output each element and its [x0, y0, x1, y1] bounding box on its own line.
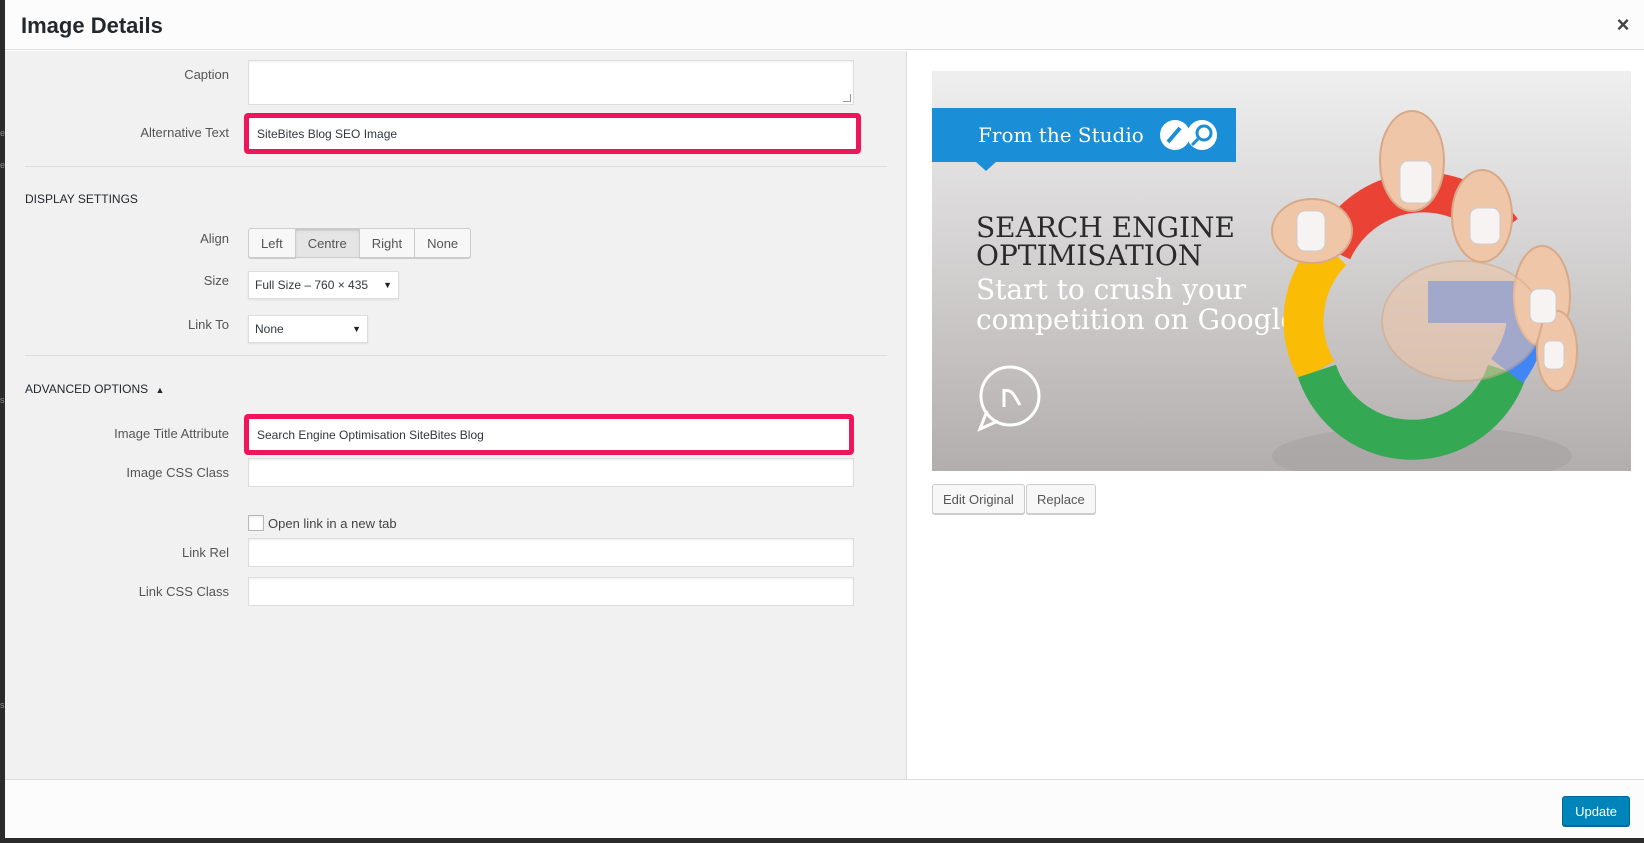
- triangle-up-icon: ▲: [155, 385, 165, 395]
- chevron-down-icon: ▼: [383, 280, 392, 290]
- settings-panel: Caption Alternative Text SiteBites Blog …: [5, 51, 907, 779]
- preview-panel: From the Studio SEARCH ENGINE OPTIMISATI…: [908, 51, 1644, 779]
- headline-line-2: OPTIMISATION: [976, 239, 1202, 272]
- subline-1: Start to crush your: [976, 273, 1247, 306]
- image-css-class-input[interactable]: [248, 458, 854, 487]
- advanced-options-heading: ADVANCED OPTIONS: [25, 382, 149, 396]
- link-rel-input[interactable]: [248, 538, 854, 567]
- size-label: Size: [203, 273, 229, 288]
- link-css-class-label: Link CSS Class: [138, 584, 229, 599]
- chevron-down-icon: ▼: [352, 324, 361, 334]
- display-settings-heading: DISPLAY SETTINGS: [25, 192, 138, 206]
- image-details-modal: Image Details × Caption Alternative Text…: [5, 0, 1644, 838]
- alt-text-label: Alternative Text: [140, 125, 229, 140]
- title-attr-input[interactable]: Search Engine Optimisation SiteBites Blo…: [244, 414, 854, 455]
- image-css-class-label: Image CSS Class: [126, 465, 229, 480]
- edit-original-button[interactable]: Edit Original: [932, 484, 1025, 514]
- link-to-label: Link To: [188, 317, 229, 332]
- link-to-select[interactable]: None ▼: [248, 315, 368, 343]
- close-icon[interactable]: ×: [1610, 12, 1636, 38]
- background-mark: e: [0, 128, 6, 138]
- new-tab-label: Open link in a new tab: [268, 516, 397, 531]
- banner-text: From the Studio: [978, 123, 1144, 147]
- divider: [25, 355, 887, 356]
- modal-footer: Update: [5, 779, 1644, 838]
- update-button[interactable]: Update: [1562, 796, 1630, 826]
- background-mark: s: [0, 395, 5, 405]
- divider: [25, 166, 887, 167]
- new-tab-checkbox[interactable]: [248, 515, 264, 531]
- replace-button[interactable]: Replace: [1026, 484, 1096, 514]
- resize-grip-icon[interactable]: [843, 94, 851, 102]
- modal-title: Image Details: [21, 13, 163, 38]
- subline-2: competition on Google: [976, 303, 1297, 336]
- alt-text-input[interactable]: SiteBites Blog SEO Image: [244, 113, 861, 154]
- seo-banner-image: From the Studio SEARCH ENGINE OPTIMISATI…: [932, 71, 1631, 471]
- link-css-class-input[interactable]: [248, 577, 854, 606]
- align-label: Align: [200, 231, 229, 246]
- image-preview: From the Studio SEARCH ENGINE OPTIMISATI…: [932, 71, 1631, 471]
- align-left-button[interactable]: Left: [248, 228, 296, 258]
- title-attr-label: Image Title Attribute: [114, 426, 229, 441]
- align-none-button[interactable]: None: [414, 228, 472, 258]
- modal-header: Image Details ×: [5, 0, 1644, 50]
- align-centre-button[interactable]: Centre: [294, 228, 360, 258]
- background-mark: s: [0, 700, 5, 710]
- caption-label: Caption: [184, 67, 229, 82]
- size-select[interactable]: Full Size – 760 × 435 ▼: [248, 271, 399, 299]
- background-mark: e: [0, 160, 6, 170]
- link-rel-label: Link Rel: [182, 545, 229, 560]
- link-to-select-value: None: [255, 322, 284, 336]
- advanced-options-toggle[interactable]: ADVANCED OPTIONS ▲: [25, 382, 164, 396]
- size-select-value: Full Size – 760 × 435: [255, 278, 369, 292]
- align-right-button[interactable]: Right: [358, 228, 416, 258]
- caption-textarea[interactable]: [248, 60, 854, 105]
- align-button-group: Left Centre Right None: [248, 228, 472, 258]
